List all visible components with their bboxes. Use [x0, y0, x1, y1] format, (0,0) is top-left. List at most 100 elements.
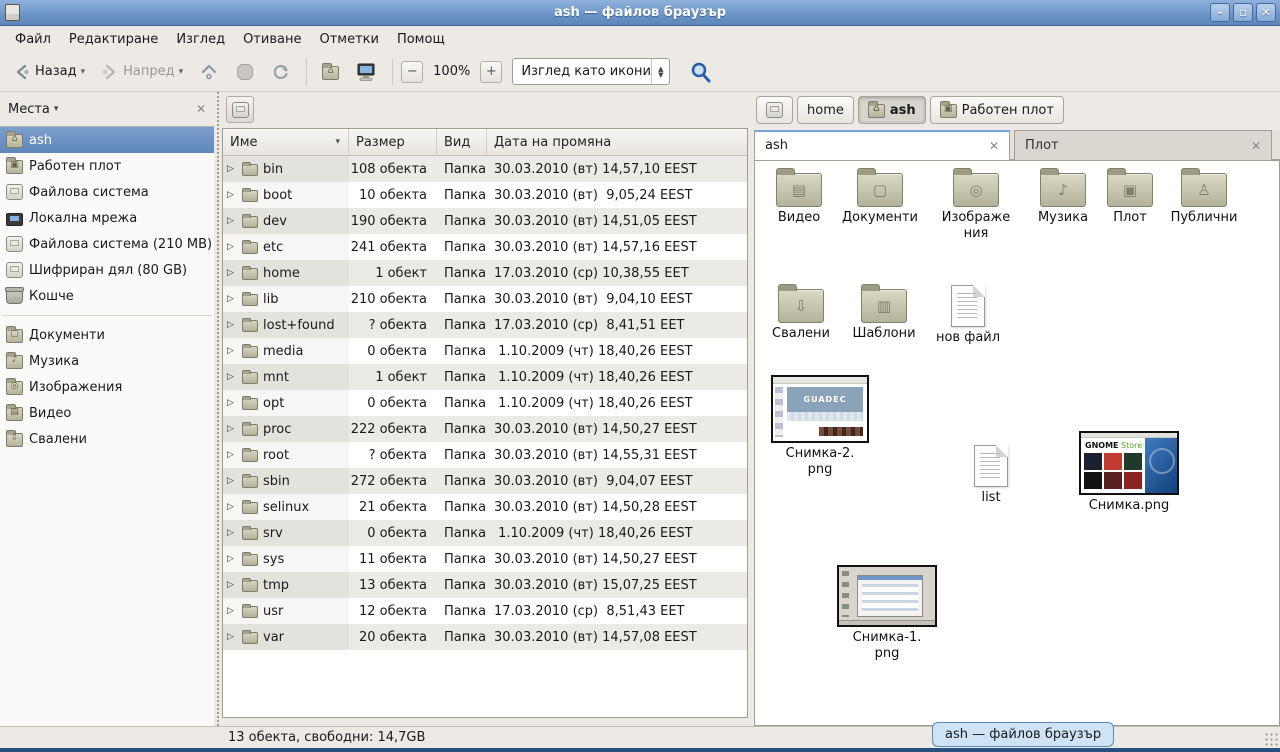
expander-icon[interactable]: ▷ [227, 242, 237, 252]
icon-item-Снимка-1.png[interactable]: Снимка-1.png [835, 565, 939, 662]
column-header-date[interactable]: Дата на промяна [487, 129, 747, 155]
sidebar-item-Документи[interactable]: ▢Документи [0, 322, 214, 348]
resize-grip[interactable] [1264, 732, 1278, 746]
sidebar-close-icon[interactable]: ✕ [196, 102, 206, 116]
expander-icon[interactable]: ▷ [227, 476, 237, 486]
icon-item-Музика[interactable]: ♪Музика [1019, 173, 1107, 226]
sidebar-item-Изображения[interactable]: ◎Изображения [0, 374, 214, 400]
path-button-root[interactable] [756, 96, 793, 124]
back-button[interactable]: Назад ▾ [6, 58, 92, 86]
column-header-size[interactable]: Размер [349, 129, 437, 155]
sidebar-item-Локална мрежа[interactable]: Локална мрежа [0, 205, 214, 231]
expander-icon[interactable]: ▷ [227, 216, 237, 226]
table-row[interactable]: ▷sbin272 обектаПапка30.03.2010 (вт) 9,04… [223, 468, 747, 494]
back-dropdown-icon[interactable]: ▾ [81, 67, 86, 77]
icon-item-list[interactable]: list [951, 445, 1031, 506]
tab-close-icon[interactable]: ✕ [1251, 139, 1261, 153]
computer-button[interactable] [348, 57, 384, 87]
table-row[interactable]: ▷lost+found? обектаПапка17.03.2010 (ср) … [223, 312, 747, 338]
sidebar-item-Музика[interactable]: ♪Музика [0, 348, 214, 374]
expander-icon[interactable]: ▷ [227, 606, 237, 616]
sidebar-item-Файлова система[interactable]: Файлова система [0, 179, 214, 205]
expander-icon[interactable]: ▷ [227, 450, 237, 460]
menu-item-Редактиране[interactable]: Редактиране [60, 29, 167, 50]
icon-item-Документи[interactable]: ▢Документи [834, 173, 926, 226]
table-row[interactable]: ▷sys11 обектаПапка30.03.2010 (вт) 14,50,… [223, 546, 747, 572]
table-row[interactable]: ▷etc241 обектаПапка30.03.2010 (вт) 14,57… [223, 234, 747, 260]
icon-item-Свалени[interactable]: ⇩Свалени [759, 289, 843, 342]
table-row[interactable]: ▷selinux21 обектаПапка30.03.2010 (вт) 14… [223, 494, 747, 520]
sidebar-item-Кошче[interactable]: Кошче [0, 283, 214, 309]
maximize-button[interactable]: ▫ [1233, 3, 1253, 22]
expander-icon[interactable]: ▷ [227, 424, 237, 434]
table-row[interactable]: ▷root? обектаПапка30.03.2010 (вт) 14,55,… [223, 442, 747, 468]
reload-button[interactable] [264, 57, 298, 87]
tab-close-icon[interactable]: ✕ [989, 139, 999, 153]
taskbar-window-button[interactable]: ash — файлов браузър [932, 722, 1114, 747]
pane-resize-handle[interactable] [214, 92, 222, 726]
icon-item-нов файл[interactable]: нов файл [927, 285, 1009, 346]
expander-icon[interactable]: ▷ [227, 398, 237, 408]
expander-icon[interactable]: ▷ [227, 164, 237, 174]
icon-item-Снимка.png[interactable]: GNOME StoreСнимка.png [1077, 431, 1181, 514]
tree-root-button[interactable] [226, 96, 254, 123]
table-row[interactable]: ▷proc222 обектаПапка30.03.2010 (вт) 14,5… [223, 416, 747, 442]
title-bar[interactable]: ash — файлов браузър – ▫ ✕ [0, 0, 1280, 26]
sidebar-item-Свалени[interactable]: ⇩Свалени [0, 426, 214, 452]
icon-item-Шаблони[interactable]: ▥Шаблони [841, 289, 927, 342]
expander-icon[interactable]: ▷ [227, 632, 237, 642]
combo-arrows-icon[interactable]: ▲▼ [651, 59, 669, 84]
table-row[interactable]: ▷var20 обектаПапка30.03.2010 (вт) 14,57,… [223, 624, 747, 650]
column-header-type[interactable]: Вид [437, 129, 487, 155]
table-row[interactable]: ▷srv0 обектаПапка 1.10.2009 (чт) 18,40,2… [223, 520, 747, 546]
table-row[interactable]: ▷lib210 обектаПапка30.03.2010 (вт) 9,04,… [223, 286, 747, 312]
menu-item-Помощ[interactable]: Помощ [388, 29, 454, 50]
tab-Плот[interactable]: Плот✕ [1014, 130, 1272, 160]
menu-item-Изглед[interactable]: Изглед [167, 29, 234, 50]
minimize-button[interactable]: – [1210, 3, 1230, 22]
table-row[interactable]: ▷media0 обектаПапка 1.10.2009 (чт) 18,40… [223, 338, 747, 364]
table-row[interactable]: ▷bin108 обектаПапка30.03.2010 (вт) 14,57… [223, 156, 747, 182]
expander-icon[interactable]: ▷ [227, 372, 237, 382]
sidebar-item-ash[interactable]: ⌂ash [0, 127, 214, 153]
sidebar-item-Файлова система (210 MB)[interactable]: Файлова система (210 MB) [0, 231, 214, 257]
table-row[interactable]: ▷dev190 обектаПапка30.03.2010 (вт) 14,51… [223, 208, 747, 234]
icon-item-Плот[interactable]: ▣Плот [1096, 173, 1164, 226]
expander-icon[interactable]: ▷ [227, 190, 237, 200]
sidebar-item-Видео[interactable]: ▤Видео [0, 400, 214, 426]
zoom-out-button[interactable]: − [401, 61, 423, 83]
tab-ash[interactable]: ash✕ [754, 130, 1010, 160]
sidebar-item-Работен плот[interactable]: ▣Работен плот [0, 153, 214, 179]
expander-icon[interactable]: ▷ [227, 268, 237, 278]
expander-icon[interactable]: ▷ [227, 294, 237, 304]
table-row[interactable]: ▷boot10 обектаПапка30.03.2010 (вт) 9,05,… [223, 182, 747, 208]
table-row[interactable]: ▷opt0 обектаПапка 1.10.2009 (чт) 18,40,2… [223, 390, 747, 416]
forward-button[interactable]: Напред ▾ [94, 58, 190, 86]
close-button[interactable]: ✕ [1256, 3, 1276, 22]
expander-icon[interactable]: ▷ [227, 502, 237, 512]
stop-button[interactable] [228, 57, 262, 87]
expander-icon[interactable]: ▷ [227, 320, 237, 330]
sidebar-title[interactable]: Места [8, 102, 54, 117]
sidebar-dropdown-icon[interactable]: ▾ [54, 104, 59, 114]
table-row[interactable]: ▷tmp13 обектаПапка30.03.2010 (вт) 15,07,… [223, 572, 747, 598]
menu-item-Отметки[interactable]: Отметки [310, 29, 387, 50]
menu-item-Отиване[interactable]: Отиване [234, 29, 310, 50]
up-button[interactable] [192, 57, 226, 87]
menu-item-Файл[interactable]: Файл [6, 29, 60, 50]
forward-dropdown-icon[interactable]: ▾ [179, 67, 184, 77]
home-button[interactable]: ⌂ [315, 59, 346, 85]
expander-icon[interactable]: ▷ [227, 580, 237, 590]
view-mode-combobox[interactable]: Изглед като икони ▲▼ [512, 58, 670, 85]
path-button-home[interactable]: home [797, 96, 854, 124]
column-header-name[interactable]: Име ▾ [223, 129, 349, 155]
icon-item-Видео[interactable]: ▤Видео [755, 173, 843, 226]
table-row[interactable]: ▷mnt1 обектПапка 1.10.2009 (чт) 18,40,26… [223, 364, 747, 390]
icon-item-Публични[interactable]: ♙Публични [1162, 173, 1246, 226]
table-row[interactable]: ▷usr12 обектаПапка17.03.2010 (ср) 8,51,4… [223, 598, 747, 624]
expander-icon[interactable]: ▷ [227, 346, 237, 356]
zoom-in-button[interactable]: + [480, 61, 502, 83]
expander-icon[interactable]: ▷ [227, 554, 237, 564]
table-row[interactable]: ▷home1 обектПапка17.03.2010 (ср) 10,38,5… [223, 260, 747, 286]
icon-item-Снимка-2.png[interactable]: GUADECСнимка-2.png [769, 375, 871, 478]
